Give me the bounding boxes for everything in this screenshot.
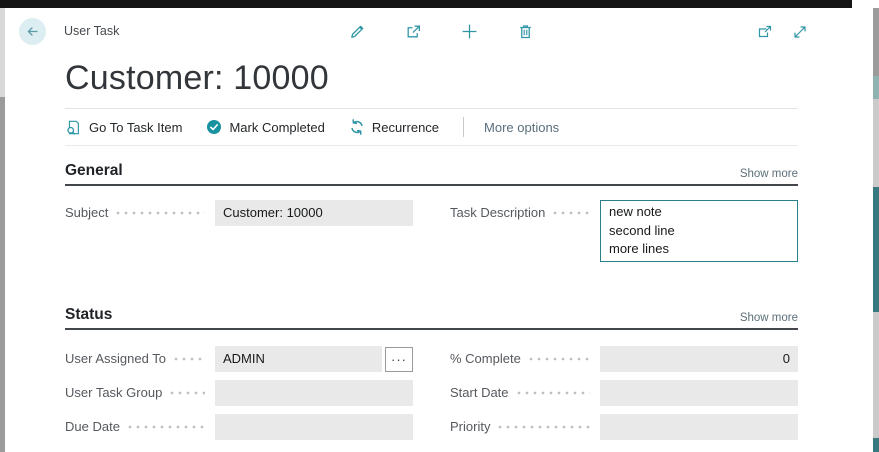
priority-input[interactable] (600, 414, 798, 440)
command-bar-actions (348, 22, 534, 40)
open-in-new-window-icon (757, 24, 773, 40)
page-caption: User Task (64, 24, 119, 38)
percent-complete-label: % Complete (450, 346, 521, 372)
new-button[interactable] (460, 22, 478, 40)
user-task-card-window: User Task (0, 0, 879, 452)
page-title: Customer: 10000 (65, 57, 873, 99)
priority-label: Priority (450, 414, 490, 440)
task-description-label: Task Description (450, 200, 545, 226)
task-description-textarea[interactable]: new note second line more lines (600, 200, 798, 262)
due-date-field: Due Date (65, 414, 413, 440)
plus-icon (461, 23, 478, 40)
user-task-group-label: User Task Group (65, 380, 162, 406)
assist-edit-button[interactable]: ··· (385, 347, 413, 372)
share-icon (405, 23, 422, 40)
textarea-line: more lines (609, 240, 789, 259)
start-date-field: Start Date (450, 380, 798, 406)
expand-button[interactable] (791, 23, 809, 41)
right-window-edge-seg1 (873, 8, 879, 76)
window-controls (756, 23, 809, 41)
start-date-label: Start Date (450, 380, 509, 406)
action-bar: Go To Task Item Mark Completed Recurrenc… (65, 109, 798, 145)
recurrence-label: Recurrence (372, 120, 439, 135)
action-bar-separator (463, 117, 464, 137)
user-assigned-to-input[interactable]: ADMIN (215, 346, 382, 372)
dotted-leader (170, 380, 205, 406)
open-in-new-window-button[interactable] (756, 23, 774, 41)
expand-diagonal-icon (792, 24, 808, 40)
textarea-line: new note (609, 203, 789, 222)
right-window-edge-seg4 (873, 187, 879, 312)
check-circle-icon (206, 119, 222, 135)
subject-label: Subject (65, 200, 108, 226)
priority-field: Priority (450, 414, 798, 440)
go-to-task-item-icon (65, 119, 82, 136)
user-assigned-to-field: User Assigned To ADMIN ··· (65, 346, 413, 372)
delete-button[interactable] (516, 22, 534, 40)
percent-complete-input[interactable]: 0 (600, 346, 798, 372)
right-window-edge-seg2 (873, 76, 879, 99)
due-date-input[interactable] (215, 414, 413, 440)
dotted-leader (529, 346, 590, 372)
recurrence-icon (349, 119, 365, 135)
back-button[interactable] (19, 18, 46, 45)
mark-completed-action[interactable]: Mark Completed (206, 119, 324, 135)
user-task-group-field: User Task Group (65, 380, 413, 406)
command-bar: User Task (5, 8, 873, 55)
general-show-more-link[interactable]: Show more (740, 168, 798, 180)
dotted-leader (174, 346, 205, 372)
share-button[interactable] (404, 22, 422, 40)
recurrence-action[interactable]: Recurrence (349, 119, 439, 135)
pencil-icon (349, 23, 366, 40)
right-window-edge-seg3 (873, 99, 879, 187)
dotted-leader (553, 200, 590, 226)
right-window-edge-seg6 (873, 438, 879, 452)
general-section-header: General Show more (65, 162, 798, 186)
status-section-header: Status Show more (65, 306, 798, 330)
right-window-edge-seg5 (873, 312, 879, 438)
edit-button[interactable] (348, 22, 366, 40)
more-options-button[interactable]: More options (484, 120, 559, 135)
dotted-leader (116, 200, 205, 226)
dotted-leader (128, 414, 205, 440)
action-bar-divider (65, 145, 798, 146)
mark-completed-label: Mark Completed (229, 120, 324, 135)
percent-complete-field: % Complete 0 (450, 346, 798, 372)
page-content: User Task (5, 8, 873, 452)
textarea-line: second line (609, 222, 789, 241)
go-to-task-item-action[interactable]: Go To Task Item (65, 119, 182, 136)
arrow-left-icon (25, 24, 40, 39)
start-date-input[interactable] (600, 380, 798, 406)
user-assigned-to-label: User Assigned To (65, 346, 166, 372)
due-date-label: Due Date (65, 414, 120, 440)
general-section-title[interactable]: General (65, 162, 123, 180)
top-window-chrome-bar (0, 0, 852, 8)
subject-field: Subject Customer: 10000 (65, 200, 413, 226)
general-fields: Subject Customer: 10000 Task Description… (65, 200, 798, 270)
dotted-leader (517, 380, 590, 406)
status-fields: User Assigned To ADMIN ··· % Complete 0 … (65, 346, 798, 448)
status-section-title[interactable]: Status (65, 306, 112, 324)
dotted-leader (498, 414, 590, 440)
trash-icon (517, 23, 534, 40)
task-description-field: Task Description new note second line mo… (450, 200, 798, 262)
go-to-task-item-label: Go To Task Item (89, 120, 182, 135)
user-task-group-input[interactable] (215, 380, 413, 406)
status-show-more-link[interactable]: Show more (740, 312, 798, 324)
user-assigned-to-input-group: ADMIN ··· (215, 346, 413, 372)
subject-input[interactable]: Customer: 10000 (215, 200, 413, 226)
